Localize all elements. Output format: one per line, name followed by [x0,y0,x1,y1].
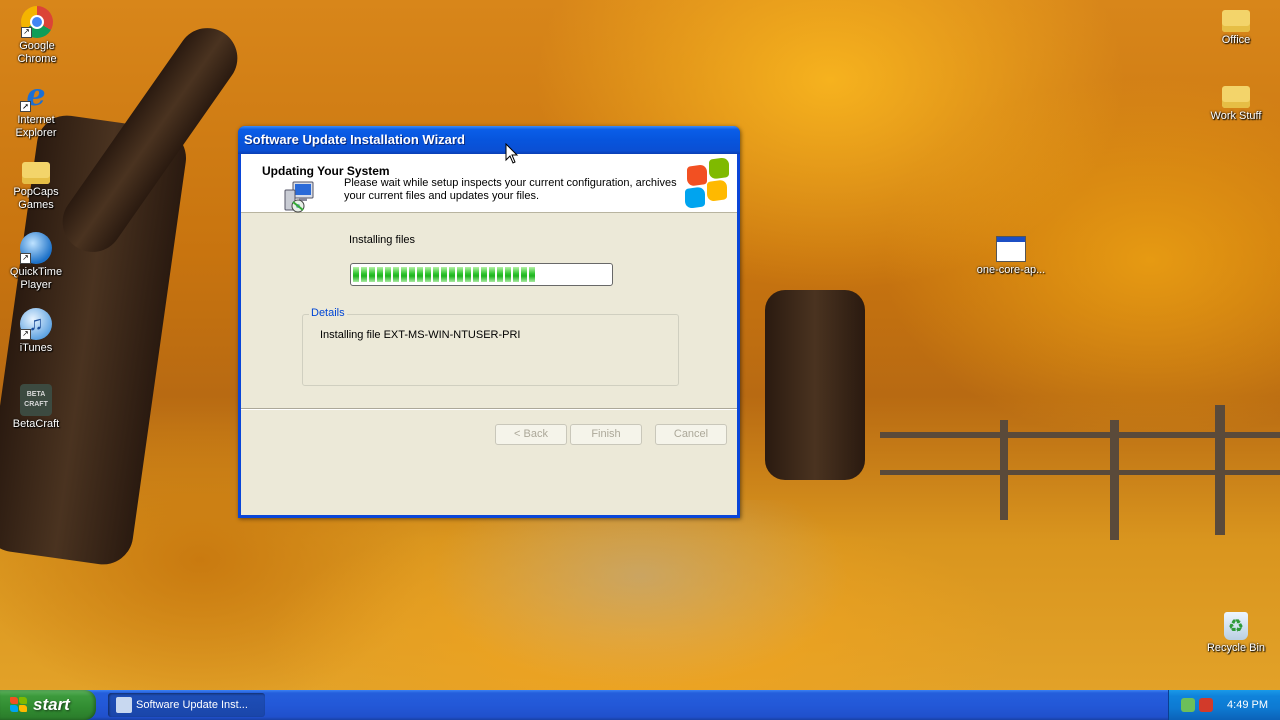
installing-status-label: Installing files [349,234,416,246]
progress-segment [385,267,391,282]
details-text: Installing file EXT-MS-WIN-NTUSER-PRI [320,329,521,341]
taskbar-button-software-update[interactable]: Software Update Inst... [108,693,265,717]
desktop-icon-quicktime-player[interactable]: ↗ QuickTime Player [0,232,74,292]
desktop-icon-one-core-app[interactable]: one-core-ap... [973,232,1049,277]
shortcut-arrow-icon: ↗ [20,253,31,264]
taskbar: start Software Update Inst... 4:49 PM [0,690,1280,720]
desktop-icon-label: one-core-ap... [976,264,1046,276]
windows-flag-icon [10,697,28,713]
progress-segment [481,267,487,282]
details-groupbox: Details Installing file EXT-MS-WIN-NTUSE… [302,307,679,386]
clock: 4:49 PM [1227,699,1268,711]
installation-wizard-window: Software Update Installation Wizard Upda… [238,126,740,518]
progress-segment [361,267,367,282]
window-client-area: Updating Your System Please wait while s… [241,154,737,515]
folder-icon [1222,86,1250,108]
network-icon[interactable] [1181,698,1195,712]
progress-segment [505,267,511,282]
progress-segment [401,267,407,282]
quicktime-icon: ↗ [20,232,52,264]
itunes-icon: ♫ ↗ [20,308,52,340]
progress-segment [465,267,471,282]
progress-segment [425,267,431,282]
cancel-button[interactable]: Cancel [655,424,727,445]
shortcut-arrow-icon: ↗ [20,329,31,340]
system-tray: 4:49 PM [1168,690,1280,720]
desktop-icon-internet-explorer[interactable]: e ↗ Internet Explorer [0,80,74,140]
progress-fill [353,267,610,282]
shortcut-arrow-icon: ↗ [21,27,32,38]
shortcut-arrow-icon: ↗ [20,101,31,112]
progress-segment [393,267,399,282]
installation-progress-bar [350,263,613,286]
progress-segment [433,267,439,282]
progress-segment [449,267,455,282]
wizard-header-title: Updating Your System [262,164,390,178]
recycle-glyph: ♻ [1227,616,1245,636]
progress-segment [409,267,415,282]
chrome-icon: ↗ [21,6,53,38]
desktop-icon-label: QuickTime Player [9,266,63,291]
progress-segment [377,267,383,282]
window-title: Software Update Installation Wizard [244,132,465,147]
fence-post [1215,405,1225,535]
desktop-icon-label: Office [1221,34,1251,46]
desktop-icon-itunes[interactable]: ♫ ↗ iTunes [0,308,74,355]
progress-segment [417,267,423,282]
start-button[interactable]: start [0,690,96,720]
progress-segment [353,267,359,282]
leaf-covered-path [430,500,850,690]
start-label: start [33,695,70,714]
desktop-icon-label: iTunes [19,342,53,354]
desktop-icon-label: Google Chrome [17,40,57,65]
progress-segment [497,267,503,282]
progress-segment [513,267,519,282]
windows-logo-icon [685,155,729,210]
betacraft-logo-text: BETA CRAFT [24,391,48,408]
mouse-cursor-icon [505,143,519,164]
folder-icon [22,162,50,184]
progress-segment [489,267,495,282]
desktop-icon-popcaps-games[interactable]: PopCaps Games [0,156,74,212]
progress-segment [457,267,463,282]
desktop-icon-label: Recycle Bin [1206,642,1266,654]
finish-button[interactable]: Finish [570,424,642,445]
desktop-icon-label: PopCaps Games [13,186,59,211]
fence-post [1110,420,1119,540]
fence-post [1000,420,1008,520]
desktop-icon-label: Internet Explorer [15,114,57,139]
desktop-icon-work-stuff[interactable]: Work Stuff [1198,80,1274,123]
back-button[interactable]: < Back [495,424,567,445]
progress-segment [521,267,527,282]
desktop-icon-label: BetaCraft [12,418,60,430]
setup-computer-icon [284,181,314,213]
desktop-icon-office[interactable]: Office [1198,4,1274,47]
progress-segment [473,267,479,282]
internet-explorer-icon: e ↗ [20,80,52,112]
desktop-icon-betacraft[interactable]: BETA CRAFT BetaCraft [0,384,74,431]
tree-trunk-right [765,290,865,480]
button-separator [241,408,737,410]
desktop-icon-label: Work Stuff [1210,110,1262,122]
desktop-icon-recycle-bin[interactable]: ♻ Recycle Bin [1198,610,1274,655]
details-legend: Details [309,307,347,319]
progress-segment [441,267,447,282]
window-titlebar[interactable]: Software Update Installation Wizard [238,126,740,154]
desktop-icon-google-chrome[interactable]: ↗ Google Chrome [0,6,75,66]
progress-segment [529,267,535,282]
progress-segment [369,267,375,282]
wizard-message: Please wait while setup inspects your cu… [344,177,677,202]
betacraft-icon: BETA CRAFT [20,384,52,416]
folder-icon [1222,10,1250,32]
taskbar-button-label: Software Update Inst... [136,699,248,711]
application-icon [996,236,1026,262]
setup-computer-icon [116,697,132,713]
recycle-bin-icon: ♻ [1224,612,1248,640]
security-shield-icon[interactable] [1199,698,1213,712]
